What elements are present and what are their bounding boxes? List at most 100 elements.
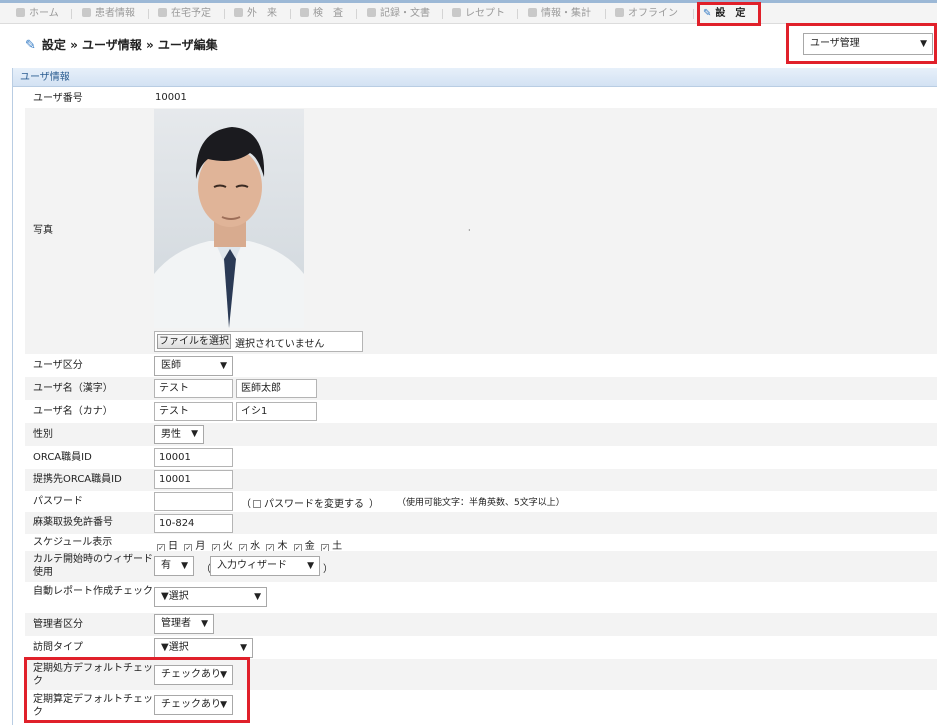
nav-records[interactable]: 記録・文書 — [367, 3, 430, 24]
label-partner-orca-id: 提携先ORCA職員ID — [33, 474, 122, 485]
select-value: 男性 — [161, 429, 181, 440]
file-status-text: 選択されていません — [235, 339, 325, 350]
nav-offline[interactable]: オフライン — [615, 3, 678, 24]
nav-divider — [442, 9, 443, 19]
partner-orca-id-input[interactable]: 10001 — [154, 470, 233, 489]
gender-select[interactable]: 男性 ▼ — [154, 425, 204, 444]
nav-settings[interactable]: ✎ 設 定 — [703, 3, 745, 24]
orca-id-input[interactable]: 10001 — [154, 448, 233, 467]
select-value: チェックあり — [161, 669, 221, 680]
first-name-kanji-input[interactable]: 医師太郎 — [236, 379, 317, 398]
first-name-kana-input[interactable]: イシ1 — [236, 402, 317, 421]
password-input[interactable] — [154, 492, 233, 511]
dot-mark: · — [468, 226, 471, 235]
label-user-type: ユーザ区分 — [33, 360, 83, 371]
label-orca-id: ORCA職員ID — [33, 452, 92, 463]
chevron-down-icon: ▼ — [240, 643, 247, 653]
chevron-down-icon: ▼ — [307, 561, 314, 571]
user-type-select[interactable]: 医師 ▼ — [154, 356, 233, 376]
password-paren-close: ） — [369, 499, 379, 510]
label-password: パスワード — [33, 496, 83, 507]
nav-divider — [71, 9, 72, 19]
change-password-label: パスワードを変更する — [264, 499, 364, 510]
panel-title: ユーザ情報 — [13, 68, 937, 87]
user-photo-image — [154, 127, 304, 328]
nav-label: 情報・集計 — [541, 8, 591, 19]
nav-divider — [290, 9, 291, 19]
checkbox-icon[interactable] — [253, 500, 261, 508]
wizard-use-select[interactable]: 有 ▼ — [154, 556, 194, 576]
label-gender: 性別 — [33, 429, 53, 440]
admin-menu-select[interactable]: ユーザ管理 ▼ — [803, 33, 933, 55]
clock-icon — [158, 8, 167, 17]
label-user-no: ユーザ番号 — [33, 93, 83, 104]
wizard-paren-close: ） — [323, 564, 333, 575]
nav-divider — [517, 9, 518, 19]
nav-divider — [356, 9, 357, 19]
select-value: 管理者 — [161, 618, 191, 629]
receipt-icon — [452, 8, 461, 17]
nav-outpatient[interactable]: 外 来 — [234, 3, 277, 24]
select-value: チェックあり — [161, 699, 221, 710]
main-nav: ホーム 患者情報 在宅予定 外 来 検 査 記録・文書 レセプト 情報・集計 オ… — [0, 3, 937, 24]
chevron-down-icon: ▼ — [220, 670, 227, 680]
home-icon — [16, 8, 25, 17]
password-note: （使用可能文字：半角英数、5文字以上） — [397, 498, 565, 508]
label-auto-report: 自動レポート作成チェック — [33, 586, 153, 597]
patient-icon — [82, 8, 91, 17]
chevron-down-icon: ▼ — [181, 561, 188, 571]
value-user-no: 10001 — [155, 92, 187, 103]
select-value: 入力ウィザード — [217, 560, 287, 571]
label-regular-calc: 定期算定デフォルトチェック — [33, 694, 153, 718]
label-visit-type: 訪問タイプ — [33, 642, 83, 653]
regular-rx-select[interactable]: チェックあり ▼ — [154, 665, 233, 685]
label-regular-rx: 定期処方デフォルトチェック — [33, 663, 153, 687]
choose-file-button[interactable]: ファイルを選択 — [157, 334, 231, 349]
visit-type-select[interactable]: ▼選択 ▼ — [154, 638, 253, 658]
narcotic-license-input[interactable]: 10-824 — [154, 514, 233, 533]
nav-label: 検 査 — [313, 8, 343, 19]
label-name-kanji: ユーザ名（漢字） — [33, 383, 113, 394]
last-name-kanji-input[interactable]: テスト — [154, 379, 233, 398]
row-user-no: ユーザ番号 10001 — [25, 89, 937, 108]
nav-stats[interactable]: 情報・集計 — [528, 3, 591, 24]
nav-exam[interactable]: 検 査 — [300, 3, 343, 24]
wrench-icon: ✎ — [703, 8, 712, 19]
change-password-checkbox[interactable]: パスワードを変更する — [253, 495, 364, 510]
nav-label: オフライン — [628, 8, 678, 19]
regular-calc-select[interactable]: チェックあり ▼ — [154, 695, 233, 715]
nav-patient[interactable]: 患者情報 — [82, 3, 135, 24]
label-schedule: スケジュール表示 — [33, 537, 113, 548]
admin-type-select[interactable]: 管理者 ▼ — [154, 614, 214, 634]
schedule-days: ✓ 日 ✓ 月 ✓ 火 ✓ 水 ✓ 木 ✓ 金 ✓ 土 — [157, 537, 342, 552]
chevron-down-icon: ▼ — [220, 700, 227, 710]
nav-label: 患者情報 — [95, 8, 135, 19]
exam-icon — [300, 8, 309, 17]
nav-label: 記録・文書 — [380, 8, 430, 19]
select-value: 有 — [161, 560, 171, 571]
last-name-kana-input[interactable]: テスト — [154, 402, 233, 421]
wrench-icon: ✎ — [25, 38, 36, 53]
breadcrumb: ✎ 設定 » ユーザ情報 » ユーザ編集 — [25, 36, 218, 53]
chevron-down-icon: ▼ — [201, 619, 208, 629]
nav-label: レセプト — [465, 8, 505, 19]
chevron-down-icon: ▼ — [254, 592, 261, 602]
chevron-down-icon: ▼ — [920, 39, 927, 49]
label-name-kana: ユーザ名（カナ） — [33, 406, 113, 417]
wizard-type-select[interactable]: 入力ウィザード ▼ — [210, 556, 320, 576]
nav-receipt[interactable]: レセプト — [452, 3, 505, 24]
outpatient-icon — [234, 8, 243, 17]
label-photo: 写真 — [33, 225, 53, 236]
chevron-down-icon: ▼ — [220, 361, 227, 371]
label-admin-type: 管理者区分 — [33, 619, 83, 630]
stats-icon — [528, 8, 537, 17]
offline-icon — [615, 8, 624, 17]
auto-report-select[interactable]: ▼選択 ▼ — [154, 587, 267, 607]
nav-home-visit[interactable]: 在宅予定 — [158, 3, 211, 24]
nav-divider — [148, 9, 149, 19]
photo-file-input[interactable]: ファイルを選択 選択されていません — [154, 331, 363, 352]
label-wizard: カルテ開始時のウィザード使用 — [33, 554, 153, 578]
nav-home[interactable]: ホーム — [16, 3, 59, 24]
select-value: ユーザ管理 — [810, 38, 860, 49]
nav-divider — [693, 9, 694, 19]
